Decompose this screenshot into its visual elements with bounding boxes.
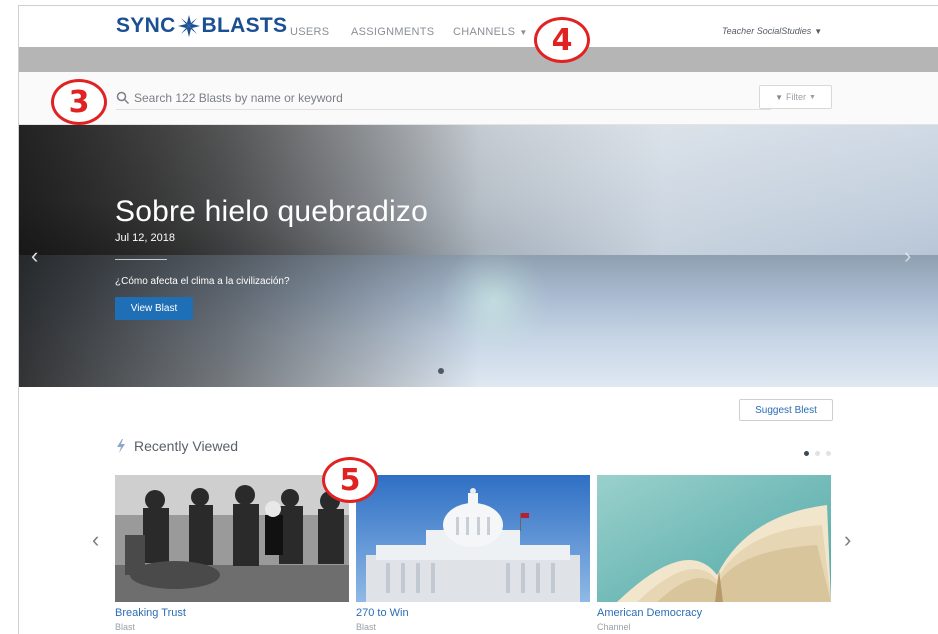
callout-marker: 5 bbox=[322, 457, 378, 503]
user-name: Teacher SocialStudies bbox=[722, 26, 812, 36]
card-type: Blast bbox=[356, 622, 377, 632]
nav-channels-label: CHANNELS bbox=[453, 26, 516, 38]
app-window: SYNC BLASTS USERS ASSIGNMENTS CHANNELS ▼… bbox=[18, 5, 938, 634]
logo-text-right: BLASTS bbox=[201, 14, 288, 37]
burst-icon bbox=[177, 15, 200, 37]
carousel-dot[interactable] bbox=[815, 451, 820, 456]
callout-marker: 4 bbox=[534, 17, 590, 63]
suggest-blast-button[interactable]: Suggest Blest bbox=[739, 399, 833, 421]
carousel-dot[interactable] bbox=[804, 451, 809, 456]
carousel-dots bbox=[804, 451, 831, 456]
recently-viewed-title: Recently Viewed bbox=[134, 438, 239, 454]
nav-assignments[interactable]: ASSIGNMENTS bbox=[351, 26, 434, 38]
lightning-icon bbox=[117, 439, 125, 453]
protest-photo bbox=[115, 475, 349, 602]
nav-users[interactable]: USERS bbox=[290, 26, 329, 38]
book-photo bbox=[597, 475, 831, 602]
search-field bbox=[116, 86, 771, 110]
nav-channels[interactable]: CHANNELS ▼ bbox=[453, 26, 528, 38]
filter-icon: ▼ bbox=[775, 92, 783, 102]
callout-marker: 3 bbox=[51, 79, 107, 125]
carousel-dot[interactable] bbox=[438, 368, 444, 374]
card-type: Blast bbox=[115, 622, 136, 632]
card-title[interactable]: American Democracy bbox=[597, 607, 831, 619]
carousel-dot[interactable] bbox=[826, 451, 831, 456]
card-title[interactable]: Breaking Trust bbox=[115, 607, 349, 619]
chevron-right-icon[interactable]: › bbox=[844, 527, 851, 553]
user-menu[interactable]: Teacher SocialStudies ▼ bbox=[722, 26, 822, 36]
logo-text-left: SYNC bbox=[116, 14, 176, 37]
card-type: Channel bbox=[597, 622, 631, 632]
capitol-photo bbox=[356, 475, 590, 602]
view-blast-button[interactable]: View Blast bbox=[115, 297, 193, 320]
recently-viewed-header: Recently Viewed bbox=[116, 438, 238, 454]
hero-subtitle: ¿Cómo afecta el clima a la civilización? bbox=[115, 276, 290, 287]
search-row: ▼ Filter ▼ bbox=[19, 72, 938, 125]
card-title[interactable]: 270 to Win bbox=[356, 607, 590, 619]
chevron-right-icon[interactable]: › bbox=[904, 243, 911, 269]
hero-light-glow bbox=[439, 245, 549, 355]
blast-card[interactable]: Breaking Trust Blast bbox=[115, 475, 349, 632]
chevron-left-icon[interactable]: ‹ bbox=[92, 527, 99, 553]
secondary-bar bbox=[19, 47, 938, 72]
hero-carousel: Sobre hielo quebradizo Jul 12, 2018 ¿Cóm… bbox=[19, 125, 938, 387]
logo[interactable]: SYNC BLASTS bbox=[116, 14, 287, 38]
chevron-down-icon: ▼ bbox=[519, 28, 528, 37]
chevron-down-icon: ▼ bbox=[808, 93, 816, 101]
hero-title: Sobre hielo quebradizo bbox=[115, 195, 428, 228]
chevron-down-icon: ▼ bbox=[814, 27, 823, 36]
hero-date: Jul 12, 2018 bbox=[115, 232, 175, 244]
hero-divider bbox=[115, 259, 167, 260]
search-input[interactable] bbox=[134, 90, 734, 105]
chevron-left-icon[interactable]: ‹ bbox=[31, 243, 38, 269]
search-icon bbox=[116, 91, 130, 104]
top-navigation: SYNC BLASTS USERS ASSIGNMENTS CHANNELS ▼… bbox=[19, 6, 938, 46]
blast-card[interactable]: American Democracy Channel bbox=[597, 475, 831, 632]
blast-card[interactable]: 270 to Win Blast bbox=[356, 475, 590, 632]
filter-label: Filter bbox=[785, 92, 806, 102]
hero-overlay bbox=[19, 125, 479, 387]
filter-button[interactable]: ▼ Filter ▼ bbox=[759, 85, 832, 109]
